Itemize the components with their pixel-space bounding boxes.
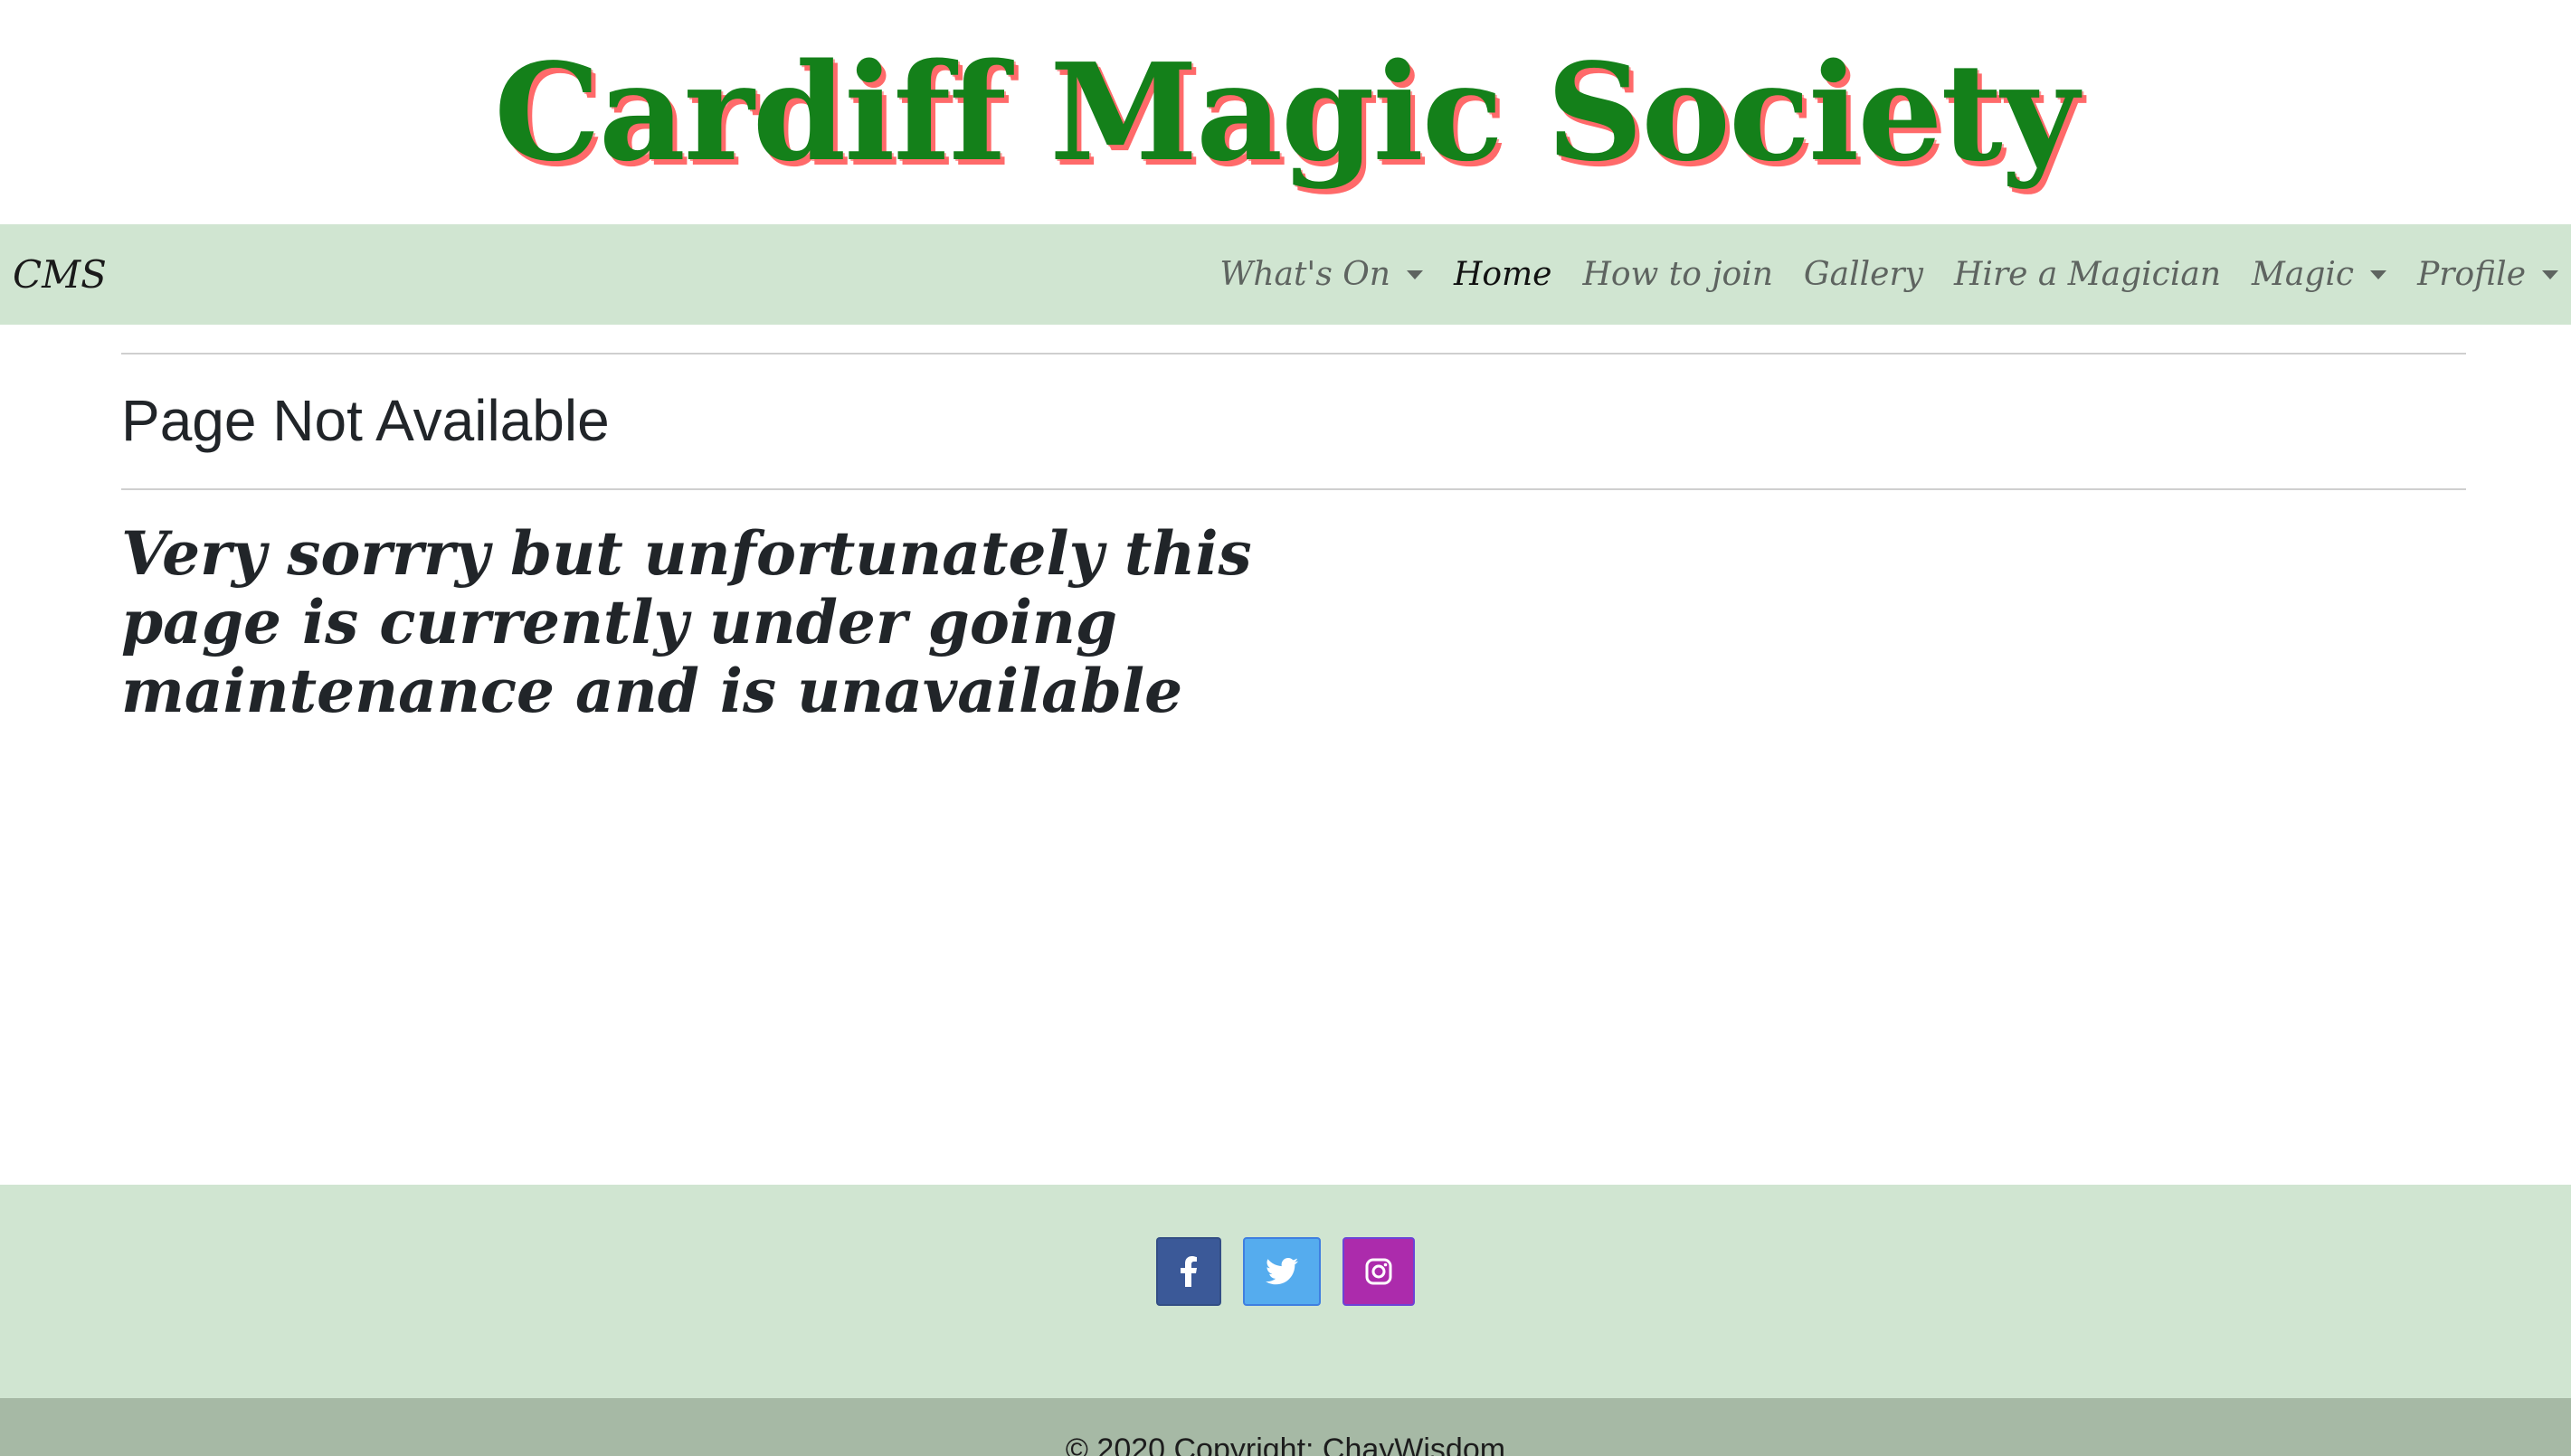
instagram-icon — [1365, 1258, 1392, 1285]
nav-item-label: Gallery — [1803, 256, 1924, 293]
nav-item-gallery[interactable]: Gallery — [1804, 256, 1923, 293]
nav-item-label: Magic — [2252, 256, 2355, 293]
nav-item-label: Hire a Magician — [1954, 256, 2222, 293]
chevron-down-icon — [2370, 269, 2387, 279]
copyright-text: © 2020 Copyright: ChayWisdom — [1065, 1432, 1506, 1456]
chevron-down-icon — [1406, 269, 1423, 279]
copyright-bar: © 2020 Copyright: ChayWisdom — [0, 1398, 2571, 1456]
chevron-down-icon — [2542, 269, 2558, 279]
nav-item-magic[interactable]: Magic — [2252, 256, 2387, 293]
brand-link[interactable]: CMS — [13, 252, 107, 297]
nav-items: What's On Home How to join Gallery Hire … — [1219, 256, 2558, 293]
nav-item-label: Profile — [2417, 256, 2526, 293]
maintenance-message: Very sorrry but unfortunately this page … — [121, 518, 1252, 727]
navbar: CMS What's On Home How to join Gallery H… — [0, 224, 2571, 325]
main-content: Page Not Available Very sorrry but unfor… — [121, 353, 2466, 725]
nav-item-how-to-join[interactable]: How to join — [1582, 256, 1772, 293]
twitter-icon — [1266, 1258, 1298, 1285]
site-title: Cardiff Magic Society — [494, 33, 2079, 191]
nav-item-label: Home — [1453, 256, 1552, 293]
footer-social — [0, 1185, 2571, 1398]
facebook-button[interactable] — [1156, 1237, 1221, 1306]
page-title: Page Not Available — [121, 388, 610, 453]
nav-item-hire-a-magician[interactable]: Hire a Magician — [1954, 256, 2221, 293]
divider — [121, 488, 2466, 491]
site-header: Cardiff Magic Society — [0, 0, 2571, 224]
instagram-button[interactable] — [1342, 1237, 1415, 1306]
divider — [121, 353, 2466, 355]
nav-item-home[interactable]: Home — [1454, 256, 1552, 293]
twitter-button[interactable] — [1243, 1237, 1321, 1306]
nav-item-profile[interactable]: Profile — [2417, 256, 2558, 293]
nav-item-label: What's On — [1219, 256, 1390, 293]
nav-item-whats-on[interactable]: What's On — [1219, 256, 1423, 293]
nav-item-label: How to join — [1582, 256, 1773, 293]
facebook-icon — [1181, 1256, 1197, 1287]
